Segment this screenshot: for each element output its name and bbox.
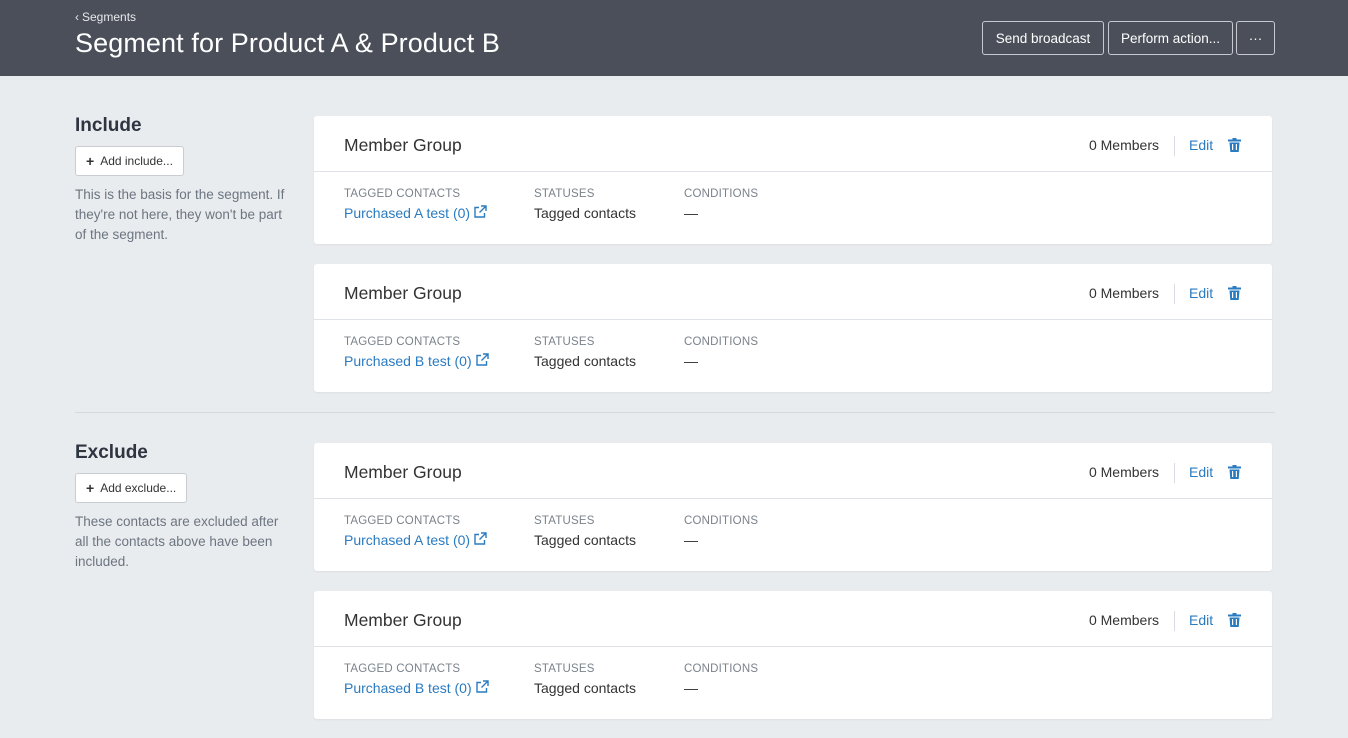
conditions-value: — bbox=[684, 532, 698, 548]
separator bbox=[1174, 463, 1175, 483]
include-description: This is the basis for the segment. If th… bbox=[75, 187, 285, 242]
tag-link[interactable]: Purchased A test (0) bbox=[344, 205, 470, 221]
card-header: Member Group 0 Members Edit bbox=[314, 443, 1272, 499]
statuses-label: STATUSES bbox=[534, 188, 595, 200]
tagged-contacts-value[interactable]: Purchased A test (0) bbox=[344, 205, 487, 221]
include-member-group-1: Member Group 0 Members Edit TAGGED CONTA… bbox=[314, 116, 1272, 244]
plus-icon: + bbox=[86, 480, 95, 496]
members-count: 0 Members bbox=[1088, 464, 1159, 480]
members-count: 0 Members bbox=[1088, 285, 1159, 301]
tagged-contacts-label: TAGGED CONTACTS bbox=[344, 188, 461, 200]
tagged-contacts-label: TAGGED CONTACTS bbox=[344, 515, 461, 527]
tag-link[interactable]: Purchased B test (0) bbox=[344, 680, 472, 696]
separator bbox=[1174, 136, 1175, 156]
section-divider bbox=[75, 412, 1275, 413]
exclude-member-group-1: Member Group 0 Members Edit TAGGED CONTA… bbox=[314, 443, 1272, 571]
breadcrumb-segments[interactable]: Segments bbox=[82, 10, 136, 24]
page-header: ‹ Segments Segment for Product A & Produc… bbox=[0, 0, 1348, 76]
conditions-label: CONDITIONS bbox=[684, 663, 759, 675]
external-link-icon[interactable] bbox=[473, 532, 487, 546]
members-count: 0 Members bbox=[1088, 137, 1159, 153]
edit-link[interactable]: Edit bbox=[1189, 612, 1213, 628]
conditions-value: — bbox=[684, 353, 698, 369]
separator bbox=[1174, 611, 1175, 631]
more-options-button[interactable]: ··· bbox=[1236, 21, 1275, 55]
send-broadcast-button[interactable]: Send broadcast bbox=[982, 21, 1104, 55]
exclude-member-group-2: Member Group 0 Members Edit TAGGED CONTA… bbox=[314, 591, 1272, 719]
card-title: Member Group bbox=[344, 610, 462, 630]
breadcrumb[interactable]: ‹ Segments bbox=[75, 10, 136, 24]
statuses-value: Tagged contacts bbox=[534, 205, 636, 221]
tag-link[interactable]: Purchased B test (0) bbox=[344, 353, 472, 369]
card-header: Member Group 0 Members Edit bbox=[314, 264, 1272, 320]
conditions-label: CONDITIONS bbox=[684, 515, 759, 527]
card-title: Member Group bbox=[344, 283, 462, 303]
page-title: Segment for Product A & Product B bbox=[75, 28, 501, 58]
add-exclude-button[interactable]: + Add exclude... bbox=[75, 473, 188, 503]
external-link-icon[interactable] bbox=[473, 205, 487, 219]
card-header: Member Group 0 Members Edit bbox=[314, 591, 1272, 647]
tagged-contacts-value[interactable]: Purchased A test (0) bbox=[344, 532, 487, 548]
card-title: Member Group bbox=[344, 135, 462, 155]
tagged-contacts-label: TAGGED CONTACTS bbox=[344, 663, 461, 675]
tagged-contacts-value[interactable]: Purchased B test (0) bbox=[344, 680, 489, 696]
trash-icon[interactable] bbox=[1228, 138, 1241, 152]
exclude-title: Exclude bbox=[75, 442, 148, 463]
card-header: Member Group 0 Members Edit bbox=[314, 116, 1272, 172]
tag-link[interactable]: Purchased A test (0) bbox=[344, 532, 470, 548]
statuses-value: Tagged contacts bbox=[534, 680, 636, 696]
conditions-label: CONDITIONS bbox=[684, 188, 759, 200]
statuses-label: STATUSES bbox=[534, 336, 595, 348]
plus-icon: + bbox=[86, 153, 95, 169]
separator bbox=[1174, 284, 1175, 304]
trash-icon[interactable] bbox=[1228, 286, 1241, 300]
conditions-value: — bbox=[684, 680, 698, 696]
exclude-description: These contacts are excluded after all th… bbox=[75, 514, 279, 569]
members-count: 0 Members bbox=[1088, 612, 1159, 628]
edit-link[interactable]: Edit bbox=[1189, 464, 1213, 480]
trash-icon[interactable] bbox=[1228, 465, 1241, 479]
conditions-label: CONDITIONS bbox=[684, 336, 759, 348]
edit-link[interactable]: Edit bbox=[1189, 137, 1213, 153]
tagged-contacts-value[interactable]: Purchased B test (0) bbox=[344, 353, 489, 369]
statuses-value: Tagged contacts bbox=[534, 532, 636, 548]
add-exclude-label: Add exclude... bbox=[100, 481, 177, 495]
edit-link[interactable]: Edit bbox=[1189, 285, 1213, 301]
statuses-label: STATUSES bbox=[534, 663, 595, 675]
chevron-left-icon: ‹ bbox=[75, 10, 79, 24]
trash-icon[interactable] bbox=[1228, 613, 1241, 627]
statuses-value: Tagged contacts bbox=[534, 353, 636, 369]
include-member-group-2: Member Group 0 Members Edit TAGGED CONTA… bbox=[314, 264, 1272, 392]
card-title: Member Group bbox=[344, 462, 462, 482]
statuses-label: STATUSES bbox=[534, 515, 595, 527]
external-link-icon[interactable] bbox=[475, 680, 489, 694]
add-include-button[interactable]: + Add include... bbox=[75, 146, 184, 176]
conditions-value: — bbox=[684, 205, 698, 221]
tagged-contacts-label: TAGGED CONTACTS bbox=[344, 336, 461, 348]
add-include-label: Add include... bbox=[100, 154, 173, 168]
external-link-icon[interactable] bbox=[475, 353, 489, 367]
include-title: Include bbox=[75, 115, 142, 136]
perform-action-button[interactable]: Perform action... bbox=[1108, 21, 1233, 55]
